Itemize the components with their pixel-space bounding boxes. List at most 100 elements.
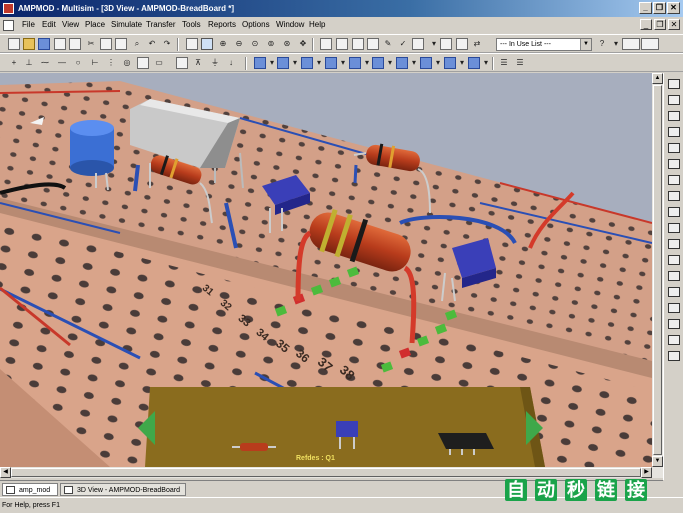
play-icon[interactable] <box>396 57 408 69</box>
network-analyzer-icon[interactable] <box>668 287 680 297</box>
menu-help[interactable]: Help <box>309 20 325 29</box>
cut-icon[interactable]: ✂ <box>85 38 97 50</box>
menu-window[interactable]: Window <box>276 20 304 29</box>
scroll-up-icon[interactable]: ▲ <box>652 73 663 84</box>
distortion-analyzer-icon[interactable] <box>668 255 680 265</box>
grid-icon[interactable]: ☰ <box>498 57 510 69</box>
zoom-out-icon[interactable]: ⊖ <box>233 38 245 50</box>
toggle-view-icon[interactable] <box>201 38 213 50</box>
order-icon[interactable] <box>372 57 384 69</box>
mdi-restore-button[interactable]: ❐ <box>654 19 666 30</box>
trace-icon[interactable]: ⊼ <box>192 57 204 69</box>
find-icon[interactable]: ⌕ <box>131 38 143 50</box>
vertical-scrollbar[interactable]: ▲ ▼ <box>652 73 663 467</box>
distribute-icon[interactable] <box>301 57 313 69</box>
pin-row-icon[interactable]: ⋮ <box>105 57 117 69</box>
breadboard-icon[interactable] <box>456 38 468 50</box>
horizontal-scroll-thumb[interactable] <box>11 468 641 477</box>
iv-analyzer-icon[interactable] <box>668 239 680 249</box>
play-dropdown-icon[interactable]: ▾ <box>408 57 420 69</box>
paste-icon[interactable] <box>115 38 127 50</box>
print-icon[interactable] <box>54 38 66 50</box>
print-preview-icon[interactable] <box>69 38 81 50</box>
align-top-dropdown-icon[interactable]: ▾ <box>289 57 301 69</box>
align-left-icon[interactable] <box>254 57 266 69</box>
align-top-icon[interactable] <box>277 57 289 69</box>
scroll-left-icon[interactable]: ◀ <box>0 467 11 478</box>
component-selector-panel[interactable] <box>138 387 545 467</box>
postprocessor-icon[interactable]: ✎ <box>382 38 394 50</box>
function-generator-icon[interactable] <box>668 95 680 105</box>
zoom-area-icon[interactable]: ⊙ <box>249 38 261 50</box>
component-icon[interactable] <box>137 57 149 69</box>
mdi-minimize-button[interactable]: _ <box>640 19 652 30</box>
zoom-in-icon[interactable]: ⊕ <box>217 38 229 50</box>
mdi-close-button[interactable]: ✕ <box>668 19 680 30</box>
zoom-fit-icon[interactable]: ⊚ <box>265 38 277 50</box>
undo-icon[interactable]: ↶ <box>146 38 158 50</box>
ground-icon[interactable]: ⏚ <box>209 57 221 69</box>
save-icon[interactable] <box>38 38 50 50</box>
instrument-icon[interactable] <box>641 38 659 50</box>
in-use-list-select[interactable]: --- In Use List --- ▼ <box>496 38 592 51</box>
transfer-icon[interactable]: ⇄ <box>471 38 483 50</box>
distribute-dropdown-icon[interactable]: ▾ <box>313 57 325 69</box>
scroll-down-icon[interactable]: ▼ <box>652 456 663 467</box>
view-dropdown-icon[interactable]: ▾ <box>480 57 492 69</box>
word-generator-icon[interactable] <box>668 191 680 201</box>
multimeter-icon[interactable] <box>668 79 680 89</box>
close-button[interactable]: ✕ <box>667 2 680 14</box>
list-icon[interactable]: ☰ <box>514 57 526 69</box>
agilent-generator-icon[interactable] <box>668 303 680 313</box>
help-dropdown-icon[interactable]: ▾ <box>610 38 622 50</box>
minimize-button[interactable]: _ <box>639 2 652 14</box>
erc-icon[interactable]: ✓ <box>397 38 409 50</box>
help-icon[interactable]: ? <box>596 38 608 50</box>
grapher-dropdown-icon[interactable]: ▾ <box>428 38 440 50</box>
via-icon[interactable]: ◎ <box>121 57 133 69</box>
chip-icon[interactable] <box>176 57 188 69</box>
new-icon[interactable] <box>8 38 20 50</box>
agilent-multimeter-icon[interactable] <box>668 319 680 329</box>
pad-icon[interactable]: ○ <box>72 57 84 69</box>
menu-edit[interactable]: Edit <box>42 20 56 29</box>
3d-view-icon[interactable] <box>440 38 452 50</box>
logic-converter-icon[interactable] <box>668 223 680 233</box>
wattmeter-icon[interactable] <box>668 111 680 121</box>
3d-breadboard-view[interactable]: 31 32 33 34 35 36 37 38 Refdes : Q1 <box>0 73 652 467</box>
connector-icon[interactable]: ⊢ <box>89 57 101 69</box>
oscilloscope-icon[interactable] <box>668 127 680 137</box>
dip-icon[interactable]: ▭ <box>153 57 165 69</box>
probe-icon[interactable]: ↓ <box>225 57 237 69</box>
menu-options[interactable]: Options <box>242 20 270 29</box>
horizontal-scrollbar[interactable]: ◀ ▶ <box>0 467 663 478</box>
bode-plotter-icon[interactable] <box>668 159 680 169</box>
grapher-icon[interactable] <box>412 38 424 50</box>
menu-place[interactable]: Place <box>85 20 105 29</box>
rotate-icon[interactable] <box>420 57 432 69</box>
redo-icon[interactable]: ↷ <box>161 38 173 50</box>
design-toolbox-icon[interactable] <box>320 38 332 50</box>
rotate-dropdown-icon[interactable]: ▾ <box>432 57 444 69</box>
agilent-scope-icon[interactable] <box>668 335 680 345</box>
spreadsheet-icon[interactable] <box>336 38 348 50</box>
tektronix-scope-icon[interactable] <box>668 351 680 361</box>
logic-analyzer-icon[interactable] <box>668 207 680 217</box>
document-icon[interactable] <box>3 20 14 31</box>
flip-dropdown-icon[interactable]: ▾ <box>456 57 468 69</box>
database-icon[interactable] <box>352 38 364 50</box>
order-dropdown-icon[interactable]: ▾ <box>384 57 396 69</box>
frequency-counter-icon[interactable] <box>668 175 680 185</box>
flip-icon[interactable] <box>444 57 456 69</box>
open-icon[interactable] <box>23 38 35 50</box>
tab-3d-view[interactable]: 3D View - AMPMOD-BreadBoard * <box>60 483 186 507</box>
vertical-scroll-thumb[interactable] <box>653 85 662 455</box>
spectrum-analyzer-icon[interactable] <box>668 271 680 281</box>
component-wizard-icon[interactable] <box>367 38 379 50</box>
menu-view[interactable]: View <box>62 20 79 29</box>
group-dropdown-icon[interactable]: ▾ <box>337 57 349 69</box>
tab-amp-mod[interactable]: amp_mod * <box>2 483 58 507</box>
layer-icon[interactable] <box>349 57 361 69</box>
scroll-right-icon[interactable]: ▶ <box>641 467 652 478</box>
four-channel-scope-icon[interactable] <box>668 143 680 153</box>
